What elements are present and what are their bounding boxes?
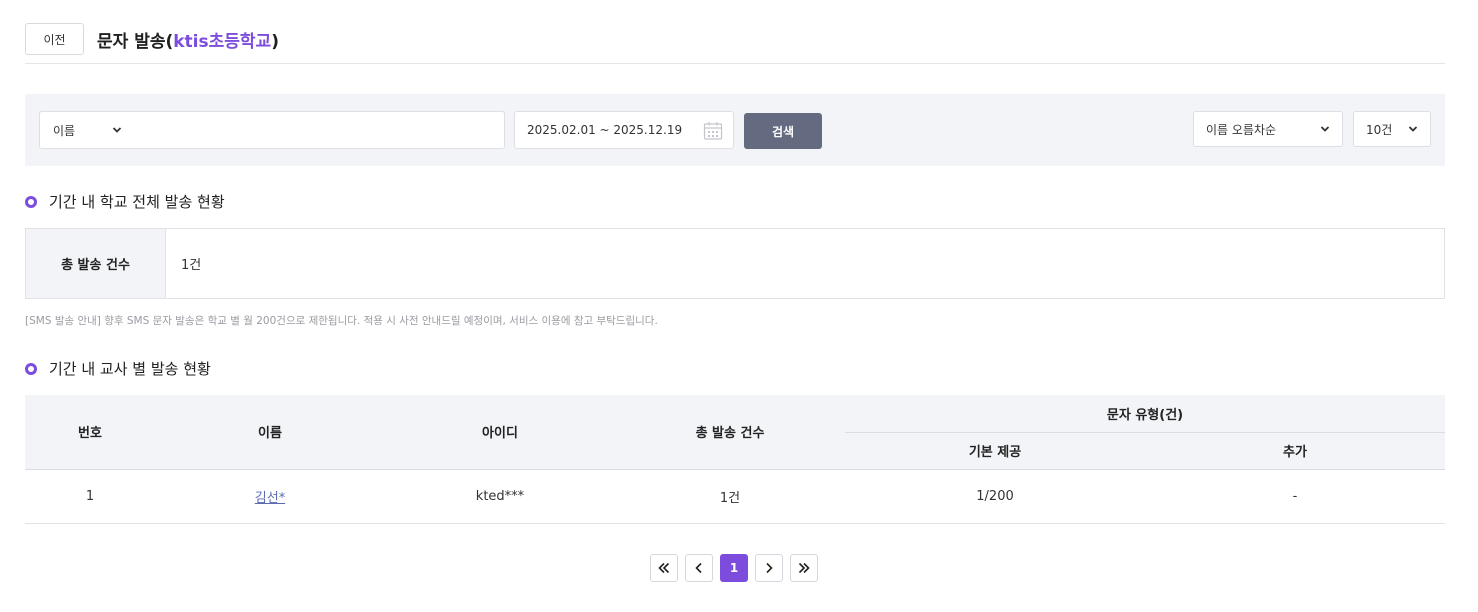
- teacher-table: 번호 이름 아이디 총 발송 건수 문자 유형(건) 기본 제공 추가 1 김선…: [25, 395, 1445, 524]
- bullet-icon: [25, 362, 37, 375]
- cell-number: 1: [25, 469, 155, 524]
- school-summary-table: 총 발송 건수 1건: [25, 228, 1445, 299]
- chevron-right-icon: [766, 562, 773, 574]
- double-chevron-left-icon: [658, 562, 670, 574]
- page-size-select[interactable]: 10건: [1353, 111, 1431, 147]
- bullet-icon: [25, 195, 37, 208]
- sms-notice: [SMS 발송 안내] 향후 SMS 문자 발송은 학교 별 월 200건으로 …: [25, 315, 658, 327]
- column-header-total: 총 발송 건수: [615, 395, 845, 469]
- column-header-id: 아이디: [385, 395, 615, 469]
- cell-name: 김선*: [155, 469, 385, 524]
- prev-page-button[interactable]: [685, 554, 713, 582]
- cell-total: 1건: [615, 469, 845, 524]
- last-page-button[interactable]: [790, 554, 818, 582]
- column-header-extra: 추가: [1145, 431, 1445, 469]
- filter-bar: 이름 2025.02.01 ~ 2025.12.19 검색 이름 오름차순 10…: [25, 94, 1445, 166]
- chevron-left-icon: [695, 562, 702, 574]
- total-sent-value: 1건: [181, 258, 202, 273]
- cell-basic: 1/200: [845, 469, 1145, 524]
- search-input[interactable]: [132, 112, 502, 148]
- teacher-name-link[interactable]: 김선*: [255, 491, 285, 506]
- sort-select-label: 이름 오름차순: [1206, 122, 1277, 137]
- page-header: 이전 문자 발송(ktis초등학교): [25, 23, 1445, 64]
- school-name: ktis초등학교: [173, 32, 272, 52]
- first-page-button[interactable]: [650, 554, 678, 582]
- search-type-label: 이름: [53, 123, 76, 138]
- chevron-down-icon: [112, 127, 122, 133]
- chevron-down-icon: [1320, 126, 1330, 132]
- column-header-name: 이름: [155, 395, 385, 469]
- school-section-title: 기간 내 학교 전체 발송 현황: [25, 191, 225, 212]
- column-header-basic: 기본 제공: [845, 431, 1145, 469]
- cell-id: kted***: [385, 469, 615, 524]
- page-title-suffix: ): [271, 32, 279, 52]
- search-box: 이름: [39, 111, 505, 149]
- page-title: 문자 발송(ktis초등학교): [97, 27, 279, 52]
- table-row: 1 김선* kted*** 1건 1/200 -: [25, 469, 1445, 524]
- date-range-value: 2025.02.01 ~ 2025.12.19: [527, 123, 683, 137]
- date-range-picker[interactable]: 2025.02.01 ~ 2025.12.19: [514, 111, 734, 149]
- sort-select[interactable]: 이름 오름차순: [1193, 111, 1343, 147]
- double-chevron-right-icon: [798, 562, 810, 574]
- prev-button[interactable]: 이전: [25, 23, 84, 55]
- column-header-type-group: 문자 유형(건): [845, 395, 1445, 432]
- column-header-number: 번호: [25, 395, 155, 469]
- teacher-section-title: 기간 내 교사 별 발송 현황: [25, 358, 211, 379]
- search-button[interactable]: 검색: [744, 113, 822, 149]
- pagination: 1: [650, 554, 818, 582]
- chevron-down-icon: [1408, 126, 1418, 132]
- total-sent-label: 총 발송 건수: [26, 229, 166, 298]
- page-size-label: 10건: [1366, 122, 1393, 137]
- school-section-title-text: 기간 내 학교 전체 발송 현황: [49, 193, 225, 211]
- page-button-current[interactable]: 1: [720, 554, 748, 582]
- search-type-select[interactable]: 이름: [40, 112, 132, 148]
- next-page-button[interactable]: [755, 554, 783, 582]
- cell-extra: -: [1145, 469, 1445, 524]
- page-title-prefix: 문자 발송(: [97, 32, 174, 52]
- teacher-section-title-text: 기간 내 교사 별 발송 현황: [49, 360, 211, 378]
- calendar-icon: [703, 122, 723, 140]
